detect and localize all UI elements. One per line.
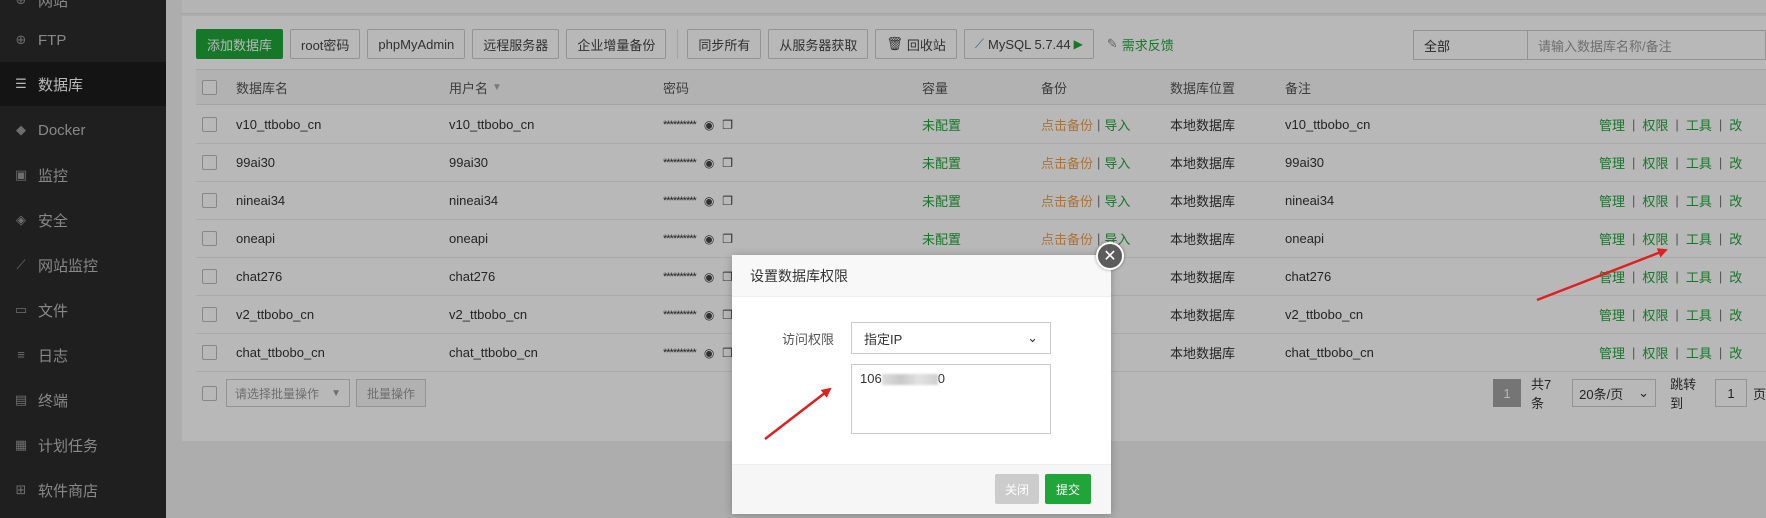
access-permission-select[interactable]: 指定IP ⌄ [851,322,1051,354]
chevron-down-icon: ⌄ [1027,330,1038,345]
access-permission-value: 指定IP [864,331,903,347]
ip-suffix: 0 [937,371,945,386]
ip-address-textarea[interactable]: 106 0 [851,364,1051,434]
access-permission-label: 访问权限 [782,331,835,347]
ip-prefix: 106 [860,371,882,386]
dialog-close-button[interactable]: 关闭 [995,474,1039,504]
dialog-submit-button[interactable]: 提交 [1045,474,1091,504]
close-icon[interactable]: ✕ [1096,242,1124,270]
dialog-title: 设置数据库权限 [732,255,1111,297]
redacted-ip [881,374,938,386]
